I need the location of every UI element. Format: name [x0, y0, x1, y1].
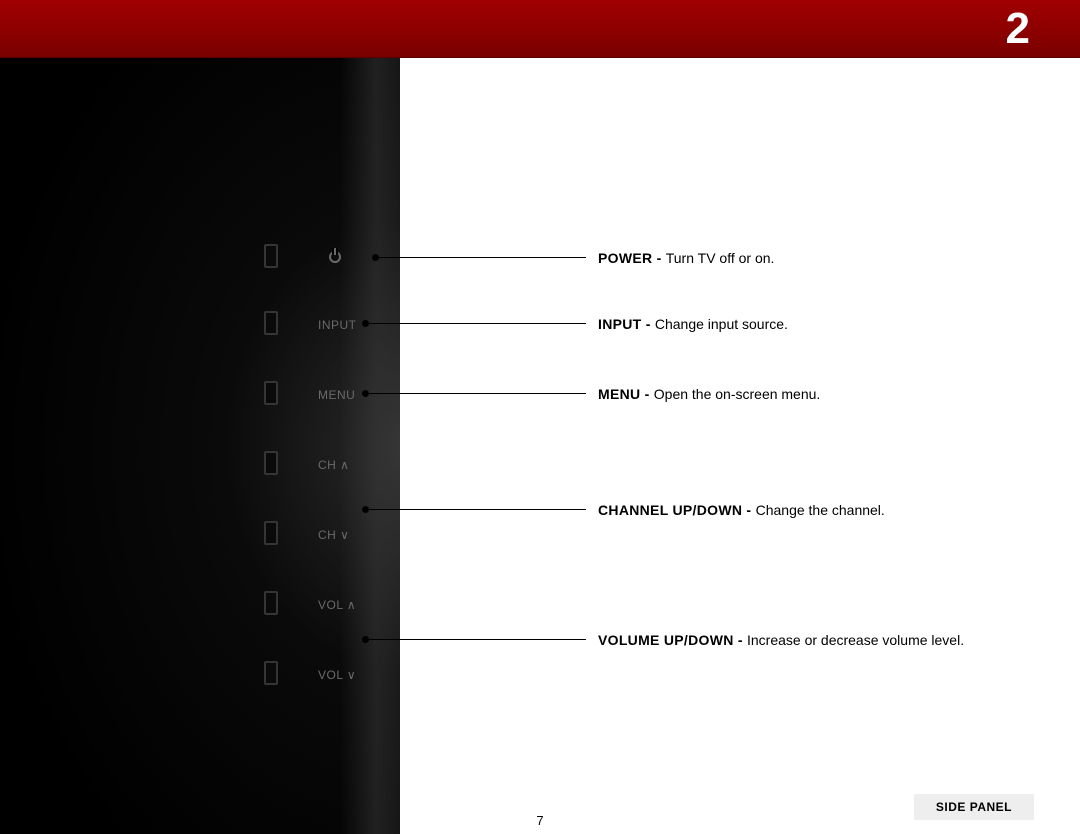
channel-up-button-label: CH ∧: [318, 458, 378, 472]
leader-line: [376, 257, 586, 258]
leader-line: [366, 509, 586, 510]
input-button-shape: [264, 311, 278, 335]
menu-desc-text: Open the on-screen menu.: [654, 386, 821, 402]
power-icon: [329, 250, 343, 264]
input-desc-title: INPUT -: [598, 316, 655, 332]
input-desc-text: Change input source.: [655, 316, 788, 332]
channel-up-button-shape: [264, 451, 278, 475]
volume-down-button-shape: [264, 661, 278, 685]
volume-up-button-shape: [264, 591, 278, 615]
power-description: POWER - Turn TV off or on.: [598, 250, 774, 266]
header-band: 2: [0, 0, 1080, 58]
chapter-number: 2: [1006, 4, 1030, 54]
channel-desc-title: CHANNEL UP/DOWN -: [598, 502, 756, 518]
menu-button-shape: [264, 381, 278, 405]
channel-description: CHANNEL UP/DOWN - Change the channel.: [598, 502, 885, 518]
leader-line: [366, 393, 586, 394]
power-button-shape: [264, 244, 278, 268]
menu-button-label: MENU: [318, 388, 378, 402]
leader-line: [366, 639, 586, 640]
input-description: INPUT - Change input source.: [598, 316, 788, 332]
tv-side-panel-illustration: INPUT MENU CH ∧ CH ∨ VOL ∧ VOL ∨: [0, 58, 400, 834]
volume-up-button-label: VOL ∧: [318, 598, 378, 612]
menu-desc-title: MENU -: [598, 386, 654, 402]
channel-down-button-shape: [264, 521, 278, 545]
page-content: INPUT MENU CH ∧ CH ∨ VOL ∧ VOL ∨ POWER -…: [0, 58, 1080, 834]
volume-description: VOLUME UP/DOWN - Increase or decrease vo…: [598, 632, 964, 648]
volume-desc-title: VOLUME UP/DOWN -: [598, 632, 747, 648]
power-desc-text: Turn TV off or on.: [666, 250, 775, 266]
power-desc-title: POWER -: [598, 250, 666, 266]
volume-desc-text: Increase or decrease volume level.: [747, 632, 964, 648]
menu-description: MENU - Open the on-screen menu.: [598, 386, 820, 402]
volume-down-button-label: VOL ∨: [318, 668, 378, 682]
channel-desc-text: Change the channel.: [756, 502, 885, 518]
section-label: SIDE PANEL: [914, 794, 1034, 820]
channel-down-button-label: CH ∨: [318, 528, 378, 542]
input-button-label: INPUT: [318, 318, 378, 332]
leader-line: [366, 323, 586, 324]
tv-panel-body: [0, 58, 400, 834]
